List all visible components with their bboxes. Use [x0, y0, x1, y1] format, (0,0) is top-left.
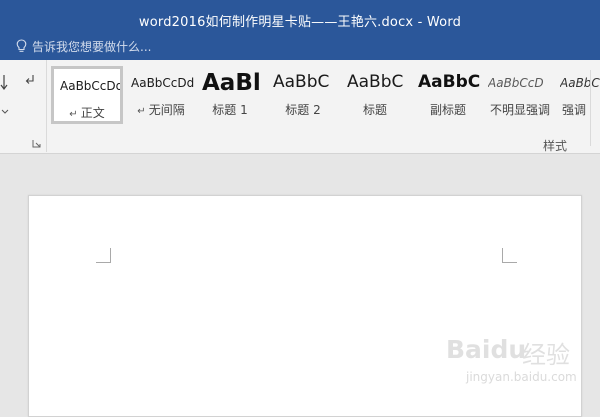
sort-icon[interactable]	[0, 74, 10, 92]
style-preview: AaBbCcD	[560, 76, 600, 90]
margin-corner-top-right	[502, 248, 517, 263]
margin-corner-top-left	[96, 248, 111, 263]
style-preview: AaBbC	[273, 72, 330, 92]
style-preview: AaBbCcDd	[60, 79, 120, 93]
paragraph-dialog-launcher-icon[interactable]	[32, 139, 41, 148]
style-title[interactable]: AaBbC 标题	[344, 66, 406, 124]
show-formatting-marks-icon[interactable]	[24, 74, 36, 86]
style-label: 标题 1	[212, 103, 248, 117]
tell-me-box[interactable]: 告诉我您想要做什么...	[16, 37, 151, 55]
styles-gallery: AaBbCcDd ↵ 正文 AaBbCcDd ↵ 无间隔 AaBl 标题 1 AaB…	[48, 66, 600, 128]
style-preview: AaBbCcDd	[131, 76, 195, 90]
style-heading-1[interactable]: AaBl 标题 1	[199, 66, 261, 124]
lightbulb-icon	[16, 39, 27, 52]
style-subtitle[interactable]: AaBbC 副标题	[416, 66, 480, 124]
watermark-url: jingyan.baidu.com	[466, 370, 577, 384]
style-label: 标题	[362, 103, 387, 117]
style-label: 正文	[80, 106, 105, 120]
window-title: word2016如何制作明星卡贴——王艳六.docx - Word	[138, 15, 462, 30]
style-label: 不明显强调	[489, 103, 550, 117]
style-emphasis[interactable]: AaBbCcD 强调	[558, 66, 600, 124]
style-subtle-emphasis[interactable]: AaBbCcD 不明显强调	[486, 66, 554, 124]
baidu-watermark: Baidu 经验 jingyan.baidu.com	[446, 333, 596, 395]
title-bar: word2016如何制作明星卡贴——王艳六.docx - Word 告诉我您想要…	[0, 0, 600, 60]
style-preview: AaBbCcD	[488, 76, 544, 90]
style-label: 无间隔	[148, 103, 185, 117]
styles-group-label: 样式	[543, 139, 568, 153]
tell-me-placeholder: 告诉我您想要做什么...	[32, 39, 152, 54]
paragraph-mark-icon: ↵	[137, 106, 146, 117]
style-label: 标题 2	[285, 103, 321, 117]
watermark-brand-cn: 经验	[522, 341, 570, 369]
style-heading-2[interactable]: AaBbC 标题 2	[270, 66, 336, 124]
style-preview: AaBl	[202, 70, 261, 94]
watermark-brand: Baidu	[446, 335, 527, 364]
style-label: 强调	[562, 103, 587, 117]
paragraph-group-partial	[0, 60, 47, 152]
line-spacing-dropdown-icon[interactable]	[1, 109, 9, 115]
group-divider	[590, 70, 591, 146]
style-label: 副标题	[429, 103, 466, 117]
style-normal[interactable]: AaBbCcDd ↵ 正文	[51, 66, 123, 124]
style-preview: AaBbC	[418, 72, 480, 92]
style-preview: AaBbC	[347, 72, 404, 92]
paragraph-mark-icon: ↵	[69, 109, 78, 120]
ribbon: AaBbCcDd ↵ 正文 AaBbCcDd ↵ 无间隔 AaBl 标题 1 AaB…	[0, 60, 600, 154]
style-no-spacing[interactable]: AaBbCcDd ↵ 无间隔	[127, 66, 195, 124]
